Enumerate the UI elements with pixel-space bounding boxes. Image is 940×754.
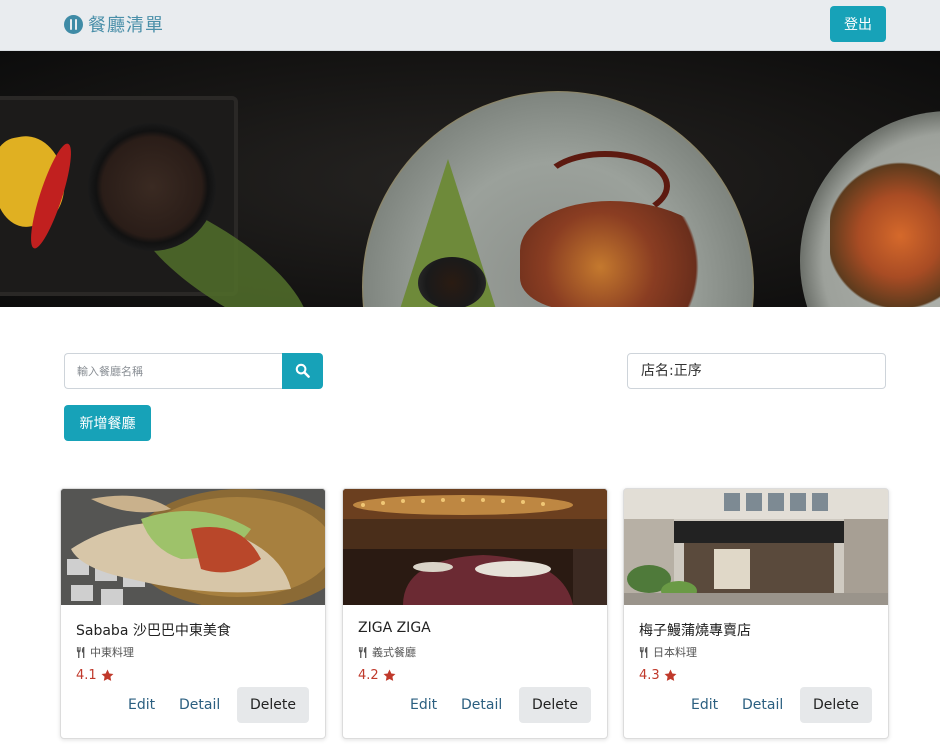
star-icon xyxy=(101,669,114,681)
search-button[interactable] xyxy=(282,353,323,389)
hero-banner-image xyxy=(0,51,940,307)
edit-button[interactable]: Edit xyxy=(410,687,437,723)
delete-button[interactable]: Delete xyxy=(237,687,309,723)
restaurant-category: 義式餐廳 xyxy=(358,644,416,660)
category-label: 日本料理 xyxy=(653,646,697,659)
restaurant-card: 梅子鰻蒲燒專賣店 日本料理 4.3 Edit Detail Delete xyxy=(623,488,889,739)
category-label: 義式餐廳 xyxy=(372,646,416,659)
utensils-icon xyxy=(76,646,85,658)
logout-button[interactable]: 登出 xyxy=(830,6,886,42)
restaurant-category: 中東料理 xyxy=(76,644,134,660)
card-actions: Edit Detail Delete xyxy=(343,686,607,724)
edit-button[interactable]: Edit xyxy=(128,687,155,723)
restaurant-photo[interactable] xyxy=(61,489,325,605)
restaurant-name: Sababa 沙巴巴中東美食 xyxy=(76,623,231,639)
card-actions: Edit Detail Delete xyxy=(624,686,888,724)
category-label: 中東料理 xyxy=(90,646,134,659)
delete-button[interactable]: Delete xyxy=(519,687,591,723)
restaurant-photo[interactable] xyxy=(624,489,888,605)
card-actions: Edit Detail Delete xyxy=(61,686,325,724)
restaurant-card: Sababa 沙巴巴中東美食 中東料理 4.1 Edit Detail Dele… xyxy=(60,488,326,739)
search-icon xyxy=(295,363,310,378)
delete-button[interactable]: Delete xyxy=(800,687,872,723)
rating-value: 4.1 xyxy=(76,668,97,683)
detail-button[interactable]: Detail xyxy=(461,687,502,723)
restaurant-card: ZIGA ZIGA 義式餐廳 4.2 Edit Detail Delete xyxy=(342,488,608,739)
detail-button[interactable]: Detail xyxy=(179,687,220,723)
navbar: 餐廳清單 登出 xyxy=(0,0,940,51)
restaurant-photo[interactable] xyxy=(343,489,607,605)
detail-button[interactable]: Detail xyxy=(742,687,783,723)
restaurant-rating: 4.2 xyxy=(358,668,396,683)
brand-link[interactable]: 餐廳清單 xyxy=(64,11,164,37)
restaurant-name: 梅子鰻蒲燒專賣店 xyxy=(639,623,751,639)
rating-value: 4.3 xyxy=(639,668,660,683)
star-icon xyxy=(664,669,677,681)
utensils-icon xyxy=(358,646,367,658)
sort-select[interactable]: 店名:正序 xyxy=(627,353,886,389)
brand-title: 餐廳清單 xyxy=(88,15,164,36)
restaurant-name: ZIGA ZIGA xyxy=(358,620,431,636)
add-restaurant-button[interactable]: 新增餐廳 xyxy=(64,405,151,441)
utensils-icon xyxy=(639,646,648,658)
edit-button[interactable]: Edit xyxy=(691,687,718,723)
star-icon xyxy=(383,669,396,681)
restaurant-rating: 4.3 xyxy=(639,668,677,683)
restaurant-rating: 4.1 xyxy=(76,668,114,683)
utensils-circle-icon xyxy=(64,14,83,34)
rating-value: 4.2 xyxy=(358,668,379,683)
restaurant-category: 日本料理 xyxy=(639,644,697,660)
search-input[interactable] xyxy=(64,353,282,389)
